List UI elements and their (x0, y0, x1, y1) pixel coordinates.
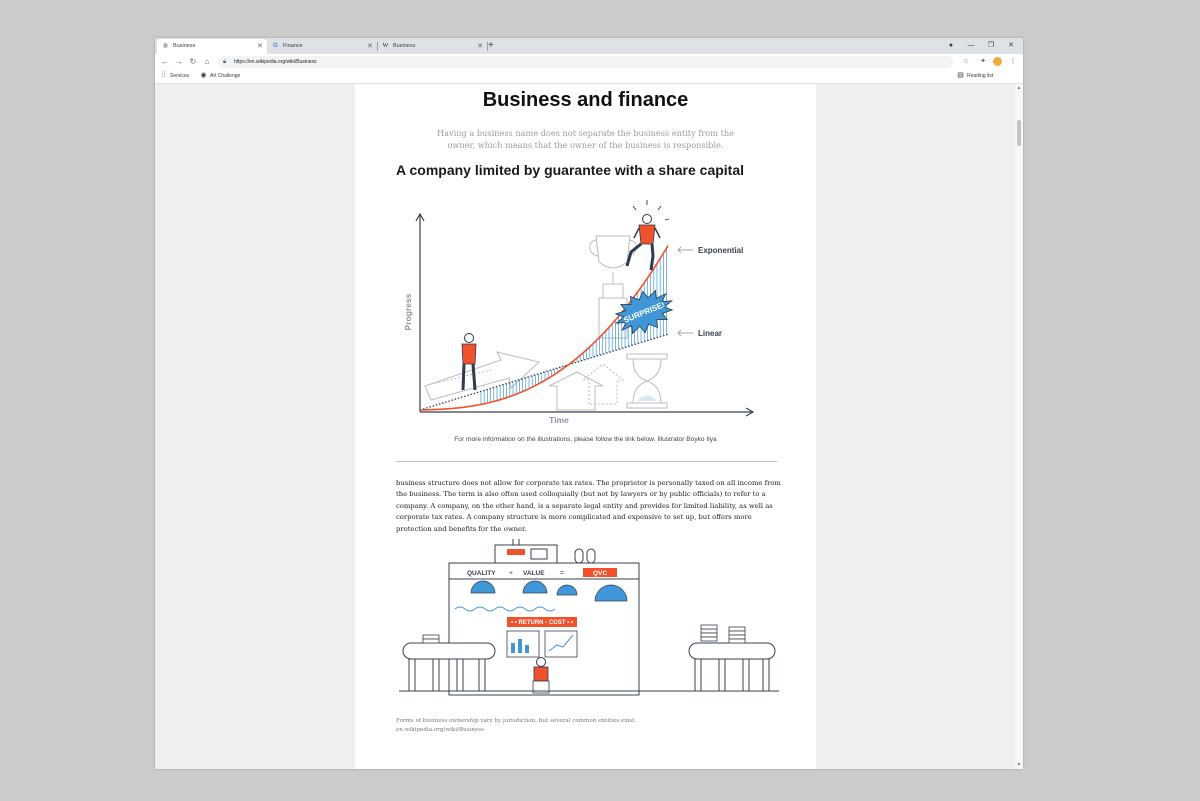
tab-business[interactable]: ◍ Business ✕ (157, 39, 267, 54)
bookmarks-bar: ⁞⁞ Services ◉ Art Challenge ▤ Reading list (155, 70, 1023, 84)
apps-grid-icon: ⁞⁞ (161, 72, 166, 79)
reading-list-label: Reading list (967, 73, 994, 79)
divider (396, 461, 777, 462)
globe-icon: ◍ (162, 43, 169, 49)
home-icon[interactable]: ⌂ (202, 56, 212, 68)
lock-icon[interactable]: 🔒︎ (223, 57, 226, 67)
body-paragraph: business structure does not allow for co… (396, 479, 781, 533)
bookmark-art-challenge[interactable]: ◉ Art Challenge (200, 70, 240, 82)
exponential-curve (420, 245, 669, 411)
menu-dots-icon[interactable]: ⋮ (1008, 56, 1018, 68)
browser-window: ◍ Business ✕ G Finance ✕ W Business ✕ + … (155, 38, 1023, 769)
tab-finance[interactable]: G Finance ✕ (267, 39, 378, 54)
axes (415, 212, 755, 417)
article: Business and finance Having a business n… (355, 84, 816, 769)
tab-label: Finance (283, 43, 303, 49)
quality-label: QUALITY (467, 570, 496, 577)
linear-label: Linear (698, 329, 722, 338)
bookmark-services[interactable]: ⁞⁞ Services (160, 70, 190, 82)
person-walking-figure (461, 333, 477, 391)
back-arrow-icon[interactable]: ← (160, 56, 170, 68)
scrollbar-thumb[interactable] (1017, 120, 1021, 146)
caption-link[interactable]: en.wikipedia.org/wiki/Business (396, 726, 796, 735)
tab-strip: ◍ Business ✕ G Finance ✕ W Business ✕ + … (155, 38, 1023, 54)
profile-circle-icon[interactable]: ● (941, 38, 961, 54)
caption-text: Forms of business ownership vary by juri… (396, 718, 637, 724)
new-tab-button[interactable]: + (488, 38, 494, 54)
restore-button[interactable]: ❐ (981, 38, 1001, 54)
outline-arrows (424, 351, 625, 411)
section-heading: A company limited by guarantee with a sh… (396, 162, 745, 178)
close-tab-icon[interactable]: ✕ (367, 39, 373, 54)
equals-sign: = (560, 570, 564, 577)
star-icon[interactable]: ☆ (961, 56, 971, 68)
value-label: VALUE (523, 570, 545, 577)
wikipedia-w-icon: W (382, 43, 389, 49)
close-tab-icon[interactable]: ✕ (257, 39, 263, 54)
person-climbing-figure (625, 214, 661, 271)
scrollbar[interactable]: ▲ ▼ (1015, 84, 1023, 769)
machine-illustration: QUALITY + VALUE = QVC • • RETURN - COST … (399, 539, 779, 696)
illustration-credit: For more information on the illustration… (454, 436, 717, 443)
tab-business-wiki[interactable]: W Business ✕ (377, 39, 488, 54)
linear-line (419, 333, 670, 411)
formula-row: QUALITY + VALUE = QVC (467, 568, 617, 577)
plus-sign: + (509, 570, 513, 577)
minimize-button[interactable]: — (961, 38, 981, 54)
growth-illustration: Progress Time SURPRISE! Exponential Line… (403, 200, 755, 425)
qvc-label: QVC (593, 570, 607, 577)
scroll-down-arrow-icon[interactable]: ▼ (1016, 762, 1022, 768)
page-title: Business and finance (482, 89, 689, 111)
label-pointers (677, 246, 693, 337)
close-window-button[interactable]: ✕ (1001, 38, 1021, 54)
image-caption: Forms of business ownership vary by juri… (396, 717, 796, 735)
globe-icon: ◉ (200, 72, 207, 79)
bookmark-label: Art Challenge (210, 73, 241, 79)
close-tab-icon[interactable]: ✕ (477, 39, 483, 54)
scroll-up-arrow-icon[interactable]: ▲ (1016, 85, 1022, 91)
tab-label: Business (393, 43, 416, 49)
y-axis-label: Progress (403, 293, 413, 330)
x-axis-label: Time (549, 415, 569, 425)
hourglass (626, 353, 668, 409)
url-text[interactable]: https://en.wikipedia.org/wiki/Business (234, 56, 317, 68)
page-viewport[interactable]: Business and finance Having a business n… (155, 84, 1015, 769)
reload-icon[interactable]: ↻ (188, 56, 198, 68)
lead-text: Having a business name does not separate… (437, 128, 734, 150)
address-bar[interactable]: 🔒︎ https://en.wikipedia.org/wiki/Busines… (218, 56, 953, 68)
toolbar: ← → ↻ ⌂ 🔒︎ https://en.wikipedia.org/wiki… (155, 54, 1023, 70)
tab-label: Business (173, 43, 196, 49)
extensions-puzzle-icon[interactable]: ✦ (978, 56, 988, 68)
avatar[interactable] (993, 57, 1002, 66)
forward-arrow-icon[interactable]: → (174, 56, 184, 68)
exponential-label: Exponential (698, 246, 743, 255)
reading-list-icon: ▤ (957, 72, 964, 79)
bookmark-label: Services (170, 73, 190, 79)
google-g-icon: G (273, 43, 278, 49)
return-cost-label: • • RETURN - COST • • (511, 620, 573, 626)
reading-list-button[interactable]: ▤ Reading list (957, 70, 993, 82)
